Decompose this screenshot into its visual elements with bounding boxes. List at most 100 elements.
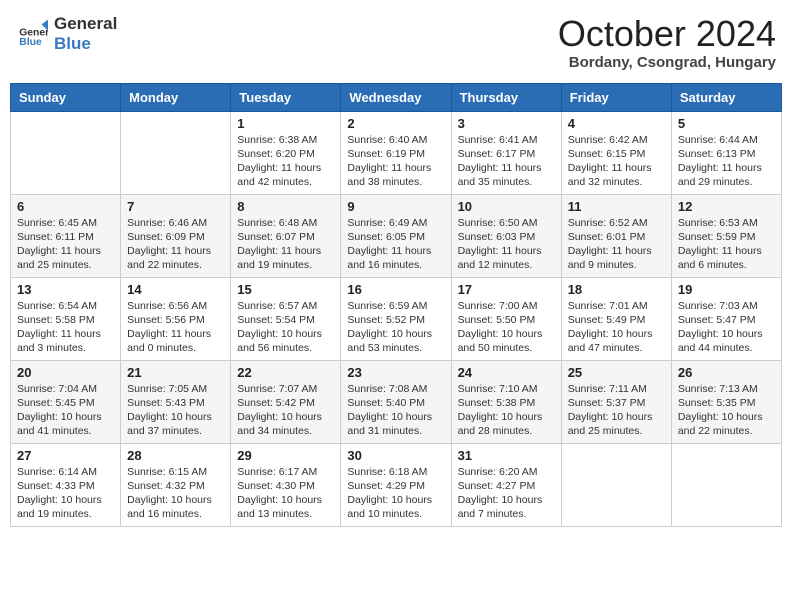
day-number: 9 — [347, 199, 444, 214]
logo-blue: Blue — [54, 34, 117, 54]
day-number: 30 — [347, 448, 444, 463]
day-detail: Sunrise: 6:20 AMSunset: 4:27 PMDaylight:… — [458, 465, 555, 522]
cell-content: 4Sunrise: 6:42 AMSunset: 6:15 PMDaylight… — [568, 116, 665, 190]
day-detail: Sunrise: 6:38 AMSunset: 6:20 PMDaylight:… — [237, 133, 334, 190]
day-detail: Sunrise: 6:44 AMSunset: 6:13 PMDaylight:… — [678, 133, 775, 190]
cell-content: 10 Sunrise: 6:50 AMSunset: 6:03 PMDayligh… — [458, 199, 555, 273]
logo-icon: General Blue — [16, 18, 48, 50]
day-detail: Sunrise: 6:53 AMSunset: 5:59 PMDaylight:… — [678, 216, 775, 273]
calendar-cell — [671, 443, 781, 526]
cell-content: 17Sunrise: 7:00 AMSunset: 5:50 PMDayligh… — [458, 282, 555, 356]
day-detail: Sunrise: 6:18 AMSunset: 4:29 PMDaylight:… — [347, 465, 444, 522]
day-number: 3 — [458, 116, 555, 131]
calendar-cell: 17Sunrise: 7:00 AMSunset: 5:50 PMDayligh… — [451, 277, 561, 360]
day-number: 17 — [458, 282, 555, 297]
day-detail: Sunrise: 7:07 AMSunset: 5:42 PMDaylight:… — [237, 382, 334, 439]
day-header-thursday: Thursday — [451, 83, 561, 111]
calendar-cell: 5Sunrise: 6:44 AMSunset: 6:13 PMDaylight… — [671, 111, 781, 194]
cell-content: 25 Sunrise: 7:11 AMSunset: 5:37 PMDayligh… — [568, 365, 665, 439]
calendar-cell: 28Sunrise: 6:15 AMSunset: 4:32 PMDayligh… — [121, 443, 231, 526]
day-detail: Sunrise: 6:42 AMSunset: 6:15 PMDaylight:… — [568, 133, 665, 190]
cell-content: 23Sunrise: 7:08 AMSunset: 5:40 PMDayligh… — [347, 365, 444, 439]
calendar-cell: 24Sunrise: 7:10 AMSunset: 5:38 PMDayligh… — [451, 360, 561, 443]
day-number: 24 — [458, 365, 555, 380]
calendar-cell: 22 Sunrise: 7:07 AMSunset: 5:42 PMDayligh… — [231, 360, 341, 443]
day-detail: Sunrise: 6:57 AMSunset: 5:54 PMDaylight:… — [237, 299, 334, 356]
calendar-cell: 9Sunrise: 6:49 AMSunset: 6:05 PMDaylight… — [341, 194, 451, 277]
day-detail: Sunrise: 7:13 AMSunset: 5:35 PMDaylight:… — [678, 382, 775, 439]
week-row-3: 13 Sunrise: 6:54 AMSunset: 5:58 PMDayligh… — [11, 277, 782, 360]
cell-content: 15 Sunrise: 6:57 AMSunset: 5:54 PMDayligh… — [237, 282, 334, 356]
day-number: 20 — [17, 365, 114, 380]
calendar-cell: 26Sunrise: 7:13 AMSunset: 5:35 PMDayligh… — [671, 360, 781, 443]
day-number: 23 — [347, 365, 444, 380]
calendar-cell: 19Sunrise: 7:03 AMSunset: 5:47 PMDayligh… — [671, 277, 781, 360]
logo: General Blue General Blue — [16, 14, 117, 53]
day-header-saturday: Saturday — [671, 83, 781, 111]
week-row-2: 6Sunrise: 6:45 AMSunset: 6:11 PMDaylight… — [11, 194, 782, 277]
cell-content: 1 Sunrise: 6:38 AMSunset: 6:20 PMDaylight… — [237, 116, 334, 190]
cell-content: 24Sunrise: 7:10 AMSunset: 5:38 PMDayligh… — [458, 365, 555, 439]
calendar-cell: 2Sunrise: 6:40 AMSunset: 6:19 PMDaylight… — [341, 111, 451, 194]
cell-content: 12Sunrise: 6:53 AMSunset: 5:59 PMDayligh… — [678, 199, 775, 273]
cell-content: 30 Sunrise: 6:18 AMSunset: 4:29 PMDayligh… — [347, 448, 444, 522]
calendar-cell — [11, 111, 121, 194]
cell-content: 19Sunrise: 7:03 AMSunset: 5:47 PMDayligh… — [678, 282, 775, 356]
calendar-header: SundayMondayTuesdayWednesdayThursdayFrid… — [11, 83, 782, 111]
calendar-cell: 8Sunrise: 6:48 AMSunset: 6:07 PMDaylight… — [231, 194, 341, 277]
cell-content: 5Sunrise: 6:44 AMSunset: 6:13 PMDaylight… — [678, 116, 775, 190]
day-number: 15 — [237, 282, 334, 297]
logo-general: General — [54, 14, 117, 34]
calendar-cell: 11Sunrise: 6:52 AMSunset: 6:01 PMDayligh… — [561, 194, 671, 277]
day-number: 22 — [237, 365, 334, 380]
cell-content: 13 Sunrise: 6:54 AMSunset: 5:58 PMDayligh… — [17, 282, 114, 356]
week-row-4: 20Sunrise: 7:04 AMSunset: 5:45 PMDayligh… — [11, 360, 782, 443]
day-number: 13 — [17, 282, 114, 297]
cell-content: 22 Sunrise: 7:07 AMSunset: 5:42 PMDayligh… — [237, 365, 334, 439]
calendar-table: SundayMondayTuesdayWednesdayThursdayFrid… — [10, 83, 782, 527]
location: Bordany, Csongrad, Hungary — [558, 54, 776, 71]
day-number: 19 — [678, 282, 775, 297]
day-number: 27 — [17, 448, 114, 463]
day-detail: Sunrise: 7:11 AMSunset: 5:37 PMDaylight:… — [568, 382, 665, 439]
calendar-cell — [121, 111, 231, 194]
svg-text:Blue: Blue — [19, 37, 42, 48]
day-detail: Sunrise: 7:05 AMSunset: 5:43 PMDaylight:… — [127, 382, 224, 439]
cell-content: 11Sunrise: 6:52 AMSunset: 6:01 PMDayligh… — [568, 199, 665, 273]
calendar-cell: 3Sunrise: 6:41 AMSunset: 6:17 PMDaylight… — [451, 111, 561, 194]
cell-content: 31Sunrise: 6:20 AMSunset: 4:27 PMDayligh… — [458, 448, 555, 522]
day-header-sunday: Sunday — [11, 83, 121, 111]
cell-content: 8Sunrise: 6:48 AMSunset: 6:07 PMDaylight… — [237, 199, 334, 273]
day-detail: Sunrise: 6:50 AMSunset: 6:03 PMDaylight:… — [458, 216, 555, 273]
calendar-cell: 4Sunrise: 6:42 AMSunset: 6:15 PMDaylight… — [561, 111, 671, 194]
cell-content: 20Sunrise: 7:04 AMSunset: 5:45 PMDayligh… — [17, 365, 114, 439]
calendar-cell: 18 Sunrise: 7:01 AMSunset: 5:49 PMDayligh… — [561, 277, 671, 360]
calendar-cell: 7Sunrise: 6:46 AMSunset: 6:09 PMDaylight… — [121, 194, 231, 277]
title-block: October 2024 Bordany, Csongrad, Hungary — [558, 14, 776, 71]
day-number: 1 — [237, 116, 334, 131]
day-number: 7 — [127, 199, 224, 214]
day-number: 6 — [17, 199, 114, 214]
day-detail: Sunrise: 6:15 AMSunset: 4:32 PMDaylight:… — [127, 465, 224, 522]
cell-content: 7Sunrise: 6:46 AMSunset: 6:09 PMDaylight… — [127, 199, 224, 273]
day-detail: Sunrise: 7:01 AMSunset: 5:49 PMDaylight:… — [568, 299, 665, 356]
day-number: 11 — [568, 199, 665, 214]
day-number: 16 — [347, 282, 444, 297]
cell-content: 28Sunrise: 6:15 AMSunset: 4:32 PMDayligh… — [127, 448, 224, 522]
calendar-cell: 30 Sunrise: 6:18 AMSunset: 4:29 PMDayligh… — [341, 443, 451, 526]
calendar-cell: 6Sunrise: 6:45 AMSunset: 6:11 PMDaylight… — [11, 194, 121, 277]
day-header-tuesday: Tuesday — [231, 83, 341, 111]
cell-content: 16 Sunrise: 6:59 AMSunset: 5:52 PMDayligh… — [347, 282, 444, 356]
day-number: 18 — [568, 282, 665, 297]
day-number: 21 — [127, 365, 224, 380]
day-number: 25 — [568, 365, 665, 380]
day-detail: Sunrise: 6:54 AMSunset: 5:58 PMDaylight:… — [17, 299, 114, 356]
day-detail: Sunrise: 6:59 AMSunset: 5:52 PMDaylight:… — [347, 299, 444, 356]
day-number: 10 — [458, 199, 555, 214]
cell-content: 18 Sunrise: 7:01 AMSunset: 5:49 PMDayligh… — [568, 282, 665, 356]
calendar-cell: 1 Sunrise: 6:38 AMSunset: 6:20 PMDaylight… — [231, 111, 341, 194]
calendar-cell: 10 Sunrise: 6:50 AMSunset: 6:03 PMDayligh… — [451, 194, 561, 277]
header-row: SundayMondayTuesdayWednesdayThursdayFrid… — [11, 83, 782, 111]
page-header: General Blue General Blue October 2024 B… — [10, 10, 782, 75]
day-detail: Sunrise: 6:56 AMSunset: 5:56 PMDaylight:… — [127, 299, 224, 356]
